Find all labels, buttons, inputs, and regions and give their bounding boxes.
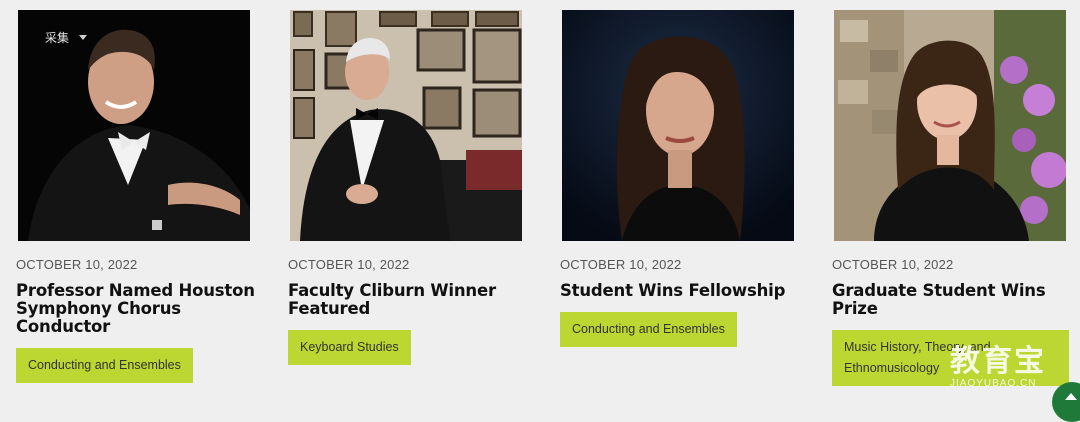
post-date: OCTOBER 10, 2022 — [288, 257, 410, 272]
collect-overlay[interactable]: 采集 — [45, 29, 88, 46]
post-date: OCTOBER 10, 2022 — [832, 257, 954, 272]
post-title[interactable]: Graduate Student Wins Prize — [832, 282, 1072, 318]
post-title[interactable]: Professor Named Houston Symphony Chorus … — [16, 282, 256, 336]
watermark-latin: JIAOYUBAO.CN — [950, 378, 1037, 389]
news-photo[interactable] — [562, 10, 794, 241]
scroll-to-top-button[interactable] — [1052, 382, 1080, 422]
category-tag[interactable]: Conducting and Ensembles — [16, 348, 193, 383]
category-tag[interactable]: Keyboard Studies — [288, 330, 411, 365]
post-date: OCTOBER 10, 2022 — [560, 257, 682, 272]
post-date: OCTOBER 10, 2022 — [16, 257, 138, 272]
post-title[interactable]: Faculty Cliburn Winner Featured — [288, 282, 528, 318]
category-tag[interactable]: Conducting and Ensembles — [560, 312, 737, 347]
caret-down-icon — [79, 35, 88, 40]
post-title[interactable]: Student Wins Fellowship — [560, 282, 800, 300]
watermark-chinese: 教育宝 — [950, 344, 1046, 379]
site-watermark: 教育宝 JIAOYUBAO.CN — [950, 336, 1046, 389]
collect-label: 采集 — [45, 31, 70, 45]
news-photo[interactable] — [290, 10, 522, 241]
news-photo[interactable] — [834, 10, 1066, 241]
